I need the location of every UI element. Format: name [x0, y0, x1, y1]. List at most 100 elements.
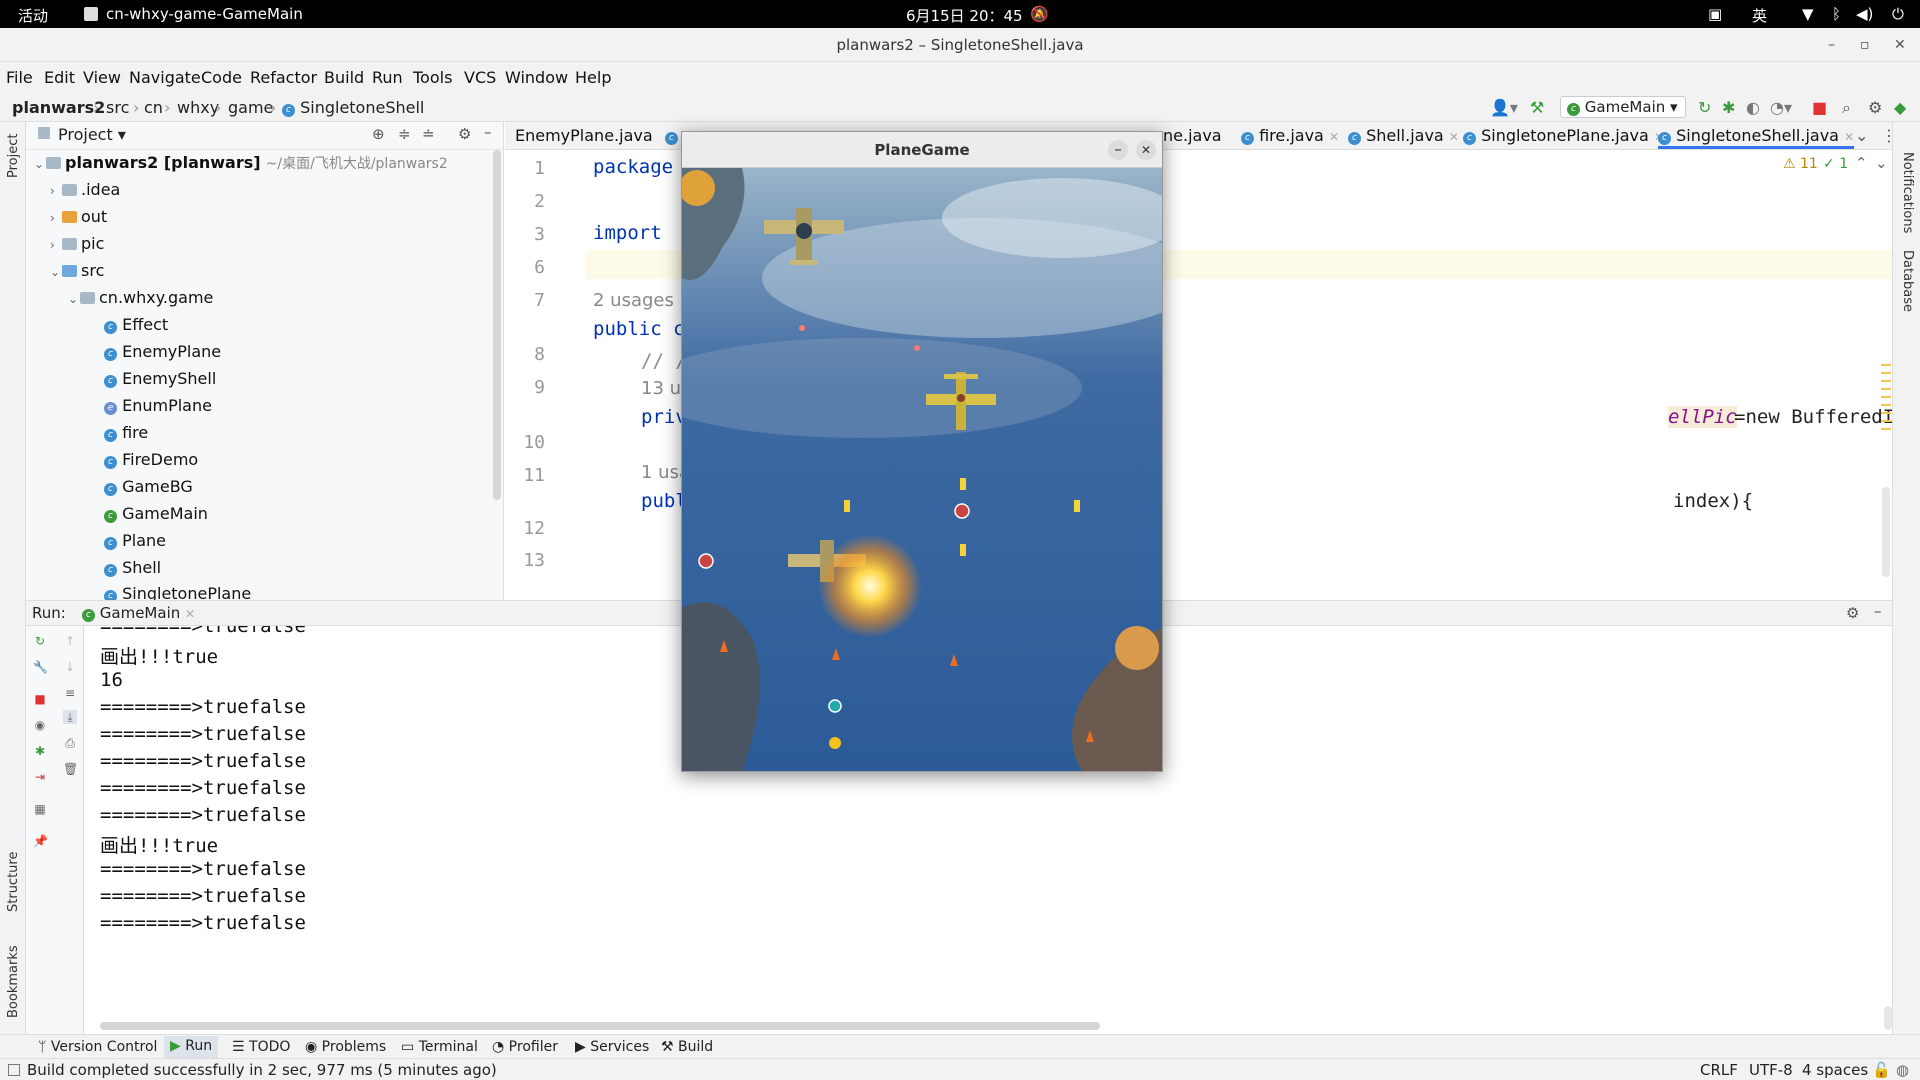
tab-build[interactable]: ⚒ Build: [661, 1039, 713, 1055]
code-line-12-right[interactable]: index){: [1673, 490, 1753, 512]
check-icon[interactable]: ✓ 1: [1823, 156, 1848, 172]
debug-icon[interactable]: ✱: [33, 744, 47, 758]
power-icon[interactable]: ⏻: [1892, 5, 1904, 23]
code-line-9[interactable]: // /: [641, 350, 687, 372]
stop-icon[interactable]: ■: [33, 692, 47, 706]
tab-fire[interactable]: c fire.java ✕: [1241, 126, 1339, 145]
breadcrumb-cn[interactable]: cn: [144, 98, 163, 117]
close-window-button[interactable]: ✕: [1136, 140, 1156, 160]
scrollbar[interactable]: [1882, 487, 1890, 577]
camera-icon[interactable]: ◉: [33, 718, 47, 732]
menu-code[interactable]: Code: [201, 68, 242, 87]
code-line-3[interactable]: import: [593, 222, 662, 244]
run-config-select[interactable]: c GameMain ▾: [1560, 96, 1686, 118]
notification-bell-icon[interactable]: 🔕: [1030, 5, 1049, 23]
breadcrumb-project[interactable]: planwars2: [12, 98, 105, 117]
tab-partial[interactable]: ne.java: [1163, 126, 1222, 145]
tree-folder-src[interactable]: ⌄ src: [50, 261, 104, 280]
indent-setting[interactable]: 4 spaces: [1802, 1061, 1868, 1079]
warning-icon[interactable]: ⚠ 11: [1783, 156, 1818, 172]
arrow-down-icon[interactable]: ↓: [63, 660, 77, 674]
tree-class[interactable]: c EnemyPlane: [104, 342, 221, 361]
breadcrumb-game[interactable]: game: [228, 98, 273, 117]
tree-class[interactable]: c GameMain: [104, 504, 208, 523]
tree-class[interactable]: c SingletonePlane: [104, 584, 251, 600]
collapse-all-icon[interactable]: ≐: [422, 125, 435, 143]
app-menu-name[interactable]: cn-whxy-game-GameMain: [106, 5, 303, 23]
tab-hidden[interactable]: c: [665, 126, 678, 145]
tab-problems[interactable]: ◉ Problems: [305, 1039, 386, 1055]
gear-icon[interactable]: ⚙: [458, 125, 471, 143]
rerun-icon[interactable]: ↻: [1698, 98, 1711, 117]
code-field-name[interactable]: ellPic: [1668, 406, 1737, 428]
wifi-icon[interactable]: ▼: [1802, 5, 1814, 23]
soft-wrap-icon[interactable]: ≡: [63, 686, 77, 700]
profile-icon[interactable]: ◔▾: [1770, 98, 1792, 117]
game-canvas[interactable]: [682, 168, 1162, 771]
maximize-button[interactable]: ▫: [1860, 28, 1870, 62]
chevron-down-icon[interactable]: ⌄: [1875, 154, 1888, 172]
structure-tool-button[interactable]: Structure: [6, 852, 21, 912]
tree-folder-pic[interactable]: › pic: [50, 234, 104, 253]
tree-class[interactable]: e EnumPlane: [104, 396, 212, 415]
tree-class[interactable]: c Shell: [104, 558, 161, 577]
print-icon[interactable]: ⎙: [63, 736, 77, 750]
tree-package[interactable]: ⌄ cn.whxy.game: [68, 288, 213, 307]
tab-profiler[interactable]: ◔ Profiler: [492, 1039, 558, 1055]
usages-hint[interactable]: 2 usages: [593, 290, 674, 311]
bookmarks-tool-button[interactable]: Bookmarks: [6, 945, 21, 1018]
exit-icon[interactable]: ⇥: [33, 770, 47, 784]
menu-refactor[interactable]: Refactor: [250, 68, 317, 87]
stop-icon[interactable]: ■: [1812, 98, 1827, 117]
gear-icon[interactable]: ⚙: [1846, 604, 1859, 622]
tree-class[interactable]: c Plane: [104, 531, 166, 550]
tree-class[interactable]: c Effect: [104, 315, 168, 334]
bluetooth-icon[interactable]: ᛒ: [1832, 5, 1841, 23]
debug-icon[interactable]: ✱: [1722, 98, 1735, 117]
close-window-button[interactable]: ✕: [1894, 28, 1906, 62]
menu-edit[interactable]: Edit: [44, 68, 75, 87]
memory-icon[interactable]: ◍: [1896, 1061, 1909, 1079]
breadcrumb-src[interactable]: src: [106, 98, 129, 117]
build-hammer-icon[interactable]: ⚒: [1530, 98, 1544, 117]
scrollbar[interactable]: [100, 1022, 1100, 1030]
input-method-indicator[interactable]: 英: [1752, 5, 1767, 26]
jetbrains-icon[interactable]: ◆: [1894, 98, 1906, 117]
planegame-window[interactable]: PlaneGame – ✕: [681, 131, 1163, 772]
notifications-tool-button[interactable]: Notifications: [1900, 152, 1915, 233]
tree-class[interactable]: c EnemyShell: [104, 369, 216, 388]
scrollbar[interactable]: [1884, 1006, 1892, 1030]
tab-terminal[interactable]: ▭ Terminal: [401, 1039, 478, 1055]
gear-icon[interactable]: ⚙: [1868, 98, 1882, 117]
layout-icon[interactable]: ▦: [33, 802, 47, 816]
code-line-1[interactable]: package: [593, 156, 673, 178]
volume-icon[interactable]: ◀): [1856, 5, 1873, 23]
tab-version-control[interactable]: ᛘ Version Control: [38, 1039, 157, 1055]
tree-class[interactable]: c GameBG: [104, 477, 193, 496]
keyboard-icon[interactable]: ▣: [1708, 5, 1722, 23]
rerun-icon[interactable]: ↻: [33, 634, 47, 648]
menu-window[interactable]: Window: [505, 68, 568, 87]
scrollbar[interactable]: [493, 150, 501, 500]
tab-singletoneshell[interactable]: c SingletoneShell.java ✕: [1658, 126, 1855, 149]
code-line-8[interactable]: public c: [593, 318, 685, 340]
pin-icon[interactable]: 📌: [33, 834, 48, 848]
expand-all-icon[interactable]: ≑: [398, 125, 411, 143]
code-line-10-left[interactable]: priv: [641, 406, 687, 428]
lock-icon[interactable]: 🔓: [1872, 1061, 1891, 1079]
hide-panel-icon[interactable]: –: [484, 123, 492, 141]
file-encoding[interactable]: UTF-8: [1749, 1061, 1793, 1079]
scroll-to-end-icon[interactable]: ⤓: [63, 710, 77, 724]
tab-singletoneplane[interactable]: c SingletonePlane.java ✕: [1463, 126, 1664, 145]
arrow-up-icon[interactable]: ↑: [63, 634, 77, 648]
tab-enemyplane[interactable]: EnemyPlane.java: [515, 126, 653, 145]
tab-todo[interactable]: ☰ TODO: [232, 1039, 290, 1055]
minimize-button[interactable]: –: [1828, 28, 1835, 62]
wrench-icon[interactable]: 🔧: [33, 660, 48, 674]
menu-navigate[interactable]: Navigate: [129, 68, 201, 87]
menu-file[interactable]: File: [6, 68, 33, 87]
minimize-button[interactable]: –: [1108, 140, 1128, 160]
search-icon[interactable]: ⌕: [1842, 98, 1851, 118]
user-icon[interactable]: 👤▾: [1490, 98, 1518, 117]
menu-build[interactable]: Build: [324, 68, 364, 87]
